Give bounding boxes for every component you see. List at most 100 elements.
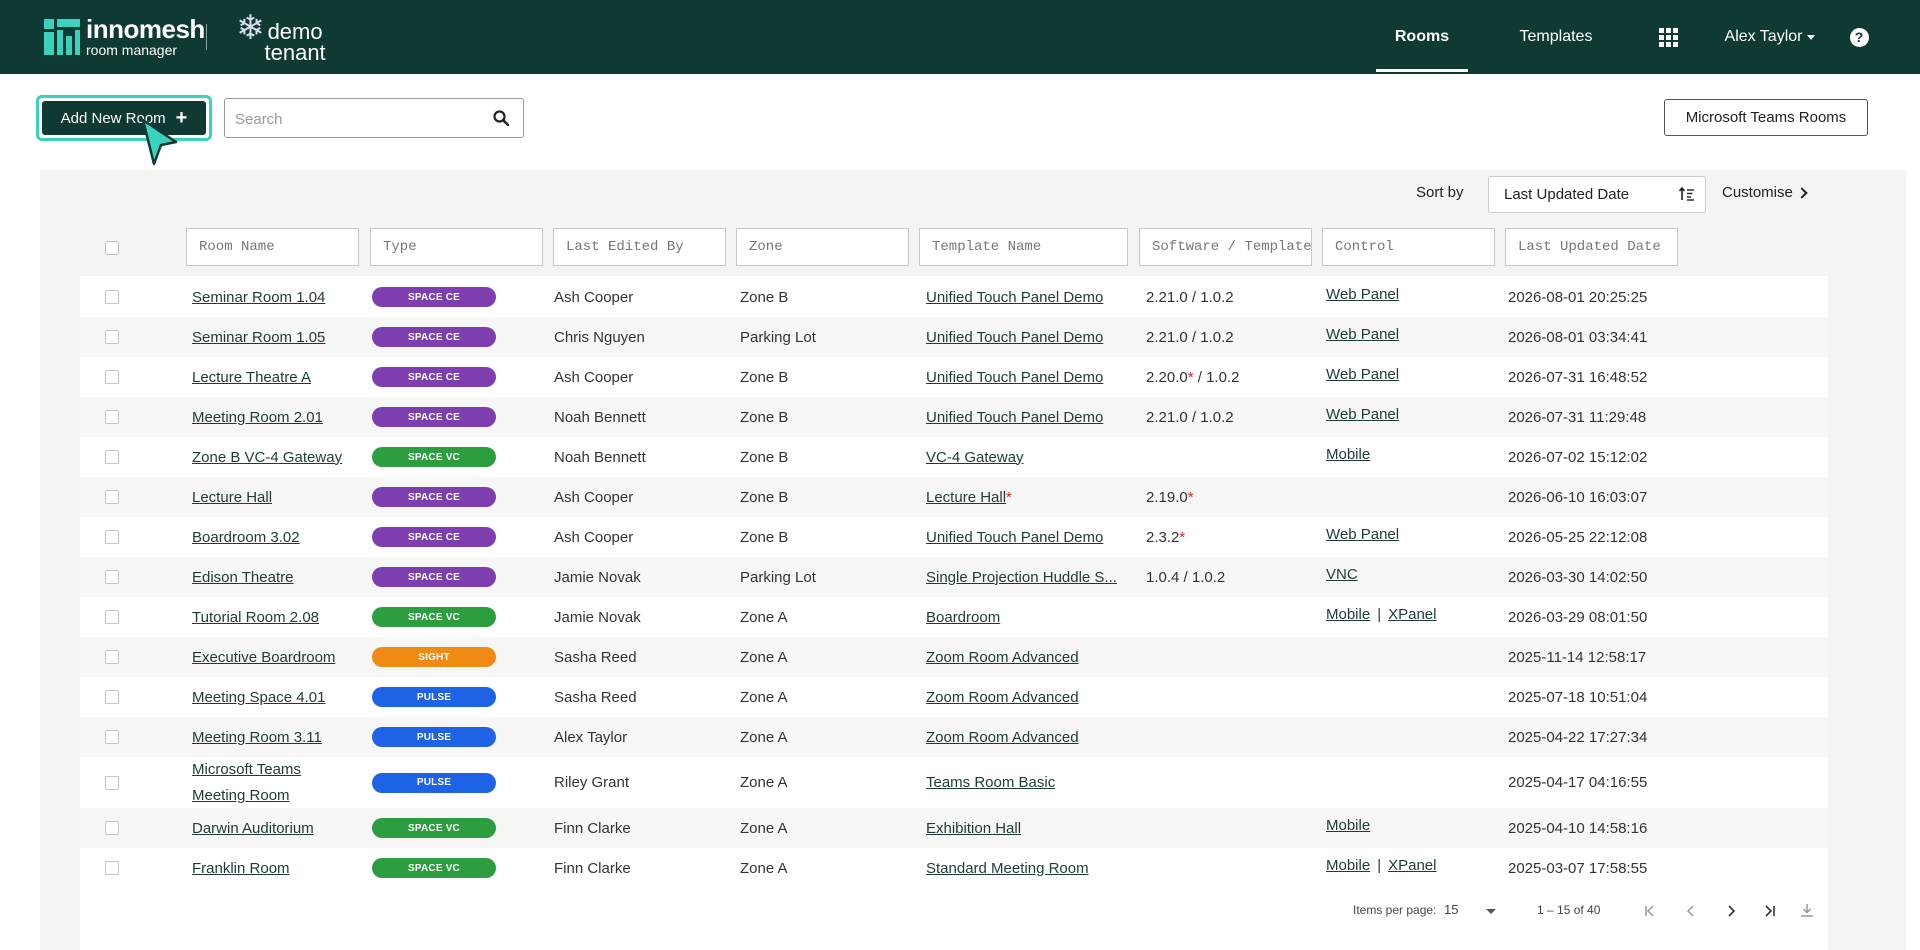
template-link[interactable]: Standard Meeting Room (926, 860, 1089, 877)
room-name-link[interactable]: Edison Theatre (192, 569, 293, 586)
row-checkbox[interactable] (105, 775, 119, 790)
room-name-link[interactable]: Meeting Room 3.11 (192, 729, 322, 746)
sort-direction-icon[interactable] (1679, 187, 1695, 201)
template-link[interactable]: Zoom Room Advanced (926, 649, 1079, 666)
template-link[interactable]: VC-4 Gateway (926, 449, 1024, 466)
items-per-page-dropdown-icon[interactable] (1484, 904, 1498, 918)
row-checkbox[interactable] (105, 650, 119, 664)
room-name-link[interactable]: Tutorial Room 2.08 (192, 609, 319, 626)
template-link[interactable]: Zoom Room Advanced (926, 729, 1079, 746)
table-row[interactable]: Meeting Room 3.11 PULSE Alex Taylor Zone A Z… (80, 717, 1828, 757)
room-name-link[interactable]: Seminar Room 1.04 (192, 289, 325, 306)
template-link[interactable]: Unified Touch Panel Demo (926, 289, 1103, 306)
filter-software-template[interactable]: Software / Template (1139, 228, 1312, 266)
previous-page-icon[interactable] (1684, 904, 1698, 918)
room-name-link[interactable]: Seminar Room 1.05 (192, 329, 325, 346)
room-name-link[interactable]: Executive Boardroom (192, 649, 335, 666)
add-new-room-button[interactable]: Add New Room + (42, 101, 206, 135)
control-link[interactable]: Web Panel (1326, 326, 1399, 343)
table-row[interactable]: Darwin Auditorium SPACE VC Finn Clarke Zone… (80, 808, 1828, 848)
room-name-link[interactable]: Meeting Space 4.01 (192, 689, 325, 706)
template-link[interactable]: Single Projection Huddle S... (926, 569, 1117, 586)
select-all-checkbox[interactable] (105, 241, 119, 255)
table-row[interactable]: Executive Boardroom SIGHT Sasha Reed Zone A… (80, 637, 1828, 677)
control-link[interactable]: Web Panel (1326, 286, 1399, 303)
table-row[interactable]: Microsoft Teams Meeting Room PULSE Riley G… (80, 757, 1828, 808)
control-link[interactable]: Web Panel (1326, 366, 1399, 383)
nav-rooms[interactable]: Rooms (1376, 0, 1468, 74)
control-link[interactable]: XPanel (1388, 606, 1436, 623)
room-name-link-line2[interactable]: Meeting Room (192, 783, 290, 809)
template-link[interactable]: Unified Touch Panel Demo (926, 369, 1103, 386)
control-link[interactable]: Mobile (1326, 857, 1370, 874)
row-checkbox[interactable] (105, 610, 119, 624)
filter-type[interactable]: Type (370, 228, 543, 266)
nav-templates[interactable]: Templates (1500, 0, 1612, 74)
filter-room-name[interactable]: Room Name (186, 228, 359, 266)
control-link[interactable]: XPanel (1388, 857, 1436, 874)
template-link[interactable]: Zoom Room Advanced (926, 689, 1079, 706)
room-name-link[interactable]: Microsoft Teams (192, 757, 301, 783)
row-checkbox[interactable] (105, 490, 119, 504)
row-checkbox[interactable] (105, 570, 119, 584)
row-checkbox[interactable] (105, 821, 119, 835)
table-row[interactable]: Meeting Room 2.01 SPACE CE Noah Bennett Zon… (80, 397, 1828, 437)
row-checkbox[interactable] (105, 450, 119, 464)
table-row[interactable]: Zone B VC-4 Gateway SPACE VC Noah Bennett Z… (80, 437, 1828, 477)
room-name-link[interactable]: Darwin Auditorium (192, 820, 314, 837)
search-icon[interactable] (493, 110, 509, 126)
template-link[interactable]: Unified Touch Panel Demo (926, 329, 1103, 346)
row-checkbox[interactable] (105, 690, 119, 704)
customise-button[interactable]: Customise (1722, 184, 1808, 201)
control-link[interactable]: VNC (1326, 566, 1358, 583)
row-checkbox[interactable] (105, 530, 119, 544)
help-button[interactable]: ? (1848, 0, 1870, 74)
first-page-icon[interactable] (1643, 904, 1657, 918)
next-page-icon[interactable] (1724, 904, 1738, 918)
table-row[interactable]: Boardroom 3.02 SPACE CE Ash Cooper Zone B Un… (80, 517, 1828, 557)
user-menu[interactable]: Alex Taylor (1722, 0, 1818, 74)
table-row[interactable]: Lecture Hall SPACE CE Ash Cooper Zone B Lect… (80, 477, 1828, 517)
filter-control[interactable]: Control (1322, 228, 1495, 266)
control-link[interactable]: Mobile (1326, 446, 1370, 463)
template-link[interactable]: Unified Touch Panel Demo (926, 529, 1103, 546)
control-link[interactable]: Web Panel (1326, 406, 1399, 423)
row-checkbox[interactable] (105, 861, 119, 875)
filter-template-name[interactable]: Template Name (919, 228, 1128, 266)
control-link[interactable]: Web Panel (1326, 526, 1399, 543)
download-icon[interactable] (1800, 903, 1814, 917)
filter-last-updated-date[interactable]: Last Updated Date (1505, 228, 1678, 266)
template-link[interactable]: Lecture Hall (926, 489, 1006, 506)
table-row[interactable]: Meeting Space 4.01 PULSE Sasha Reed Zone A Z… (80, 677, 1828, 717)
apps-grid-icon[interactable] (1656, 0, 1680, 74)
template-link[interactable]: Exhibition Hall (926, 820, 1021, 837)
last-page-icon[interactable] (1763, 904, 1777, 918)
items-per-page-select[interactable]: 15 (1444, 902, 1458, 917)
control-link[interactable]: Mobile (1326, 817, 1370, 834)
table-row[interactable]: Lecture Theatre A SPACE CE Ash Cooper Zone … (80, 357, 1828, 397)
search-input[interactable] (235, 108, 475, 130)
table-row[interactable]: Seminar Room 1.04 SPACE CE Ash Cooper Zone … (80, 277, 1828, 317)
room-name-link[interactable]: Zone B VC-4 Gateway (192, 449, 342, 466)
control-link[interactable]: Mobile (1326, 606, 1370, 623)
table-row[interactable]: Edison Theatre SPACE CE Jamie Novak Parking… (80, 557, 1828, 597)
filter-zone[interactable]: Zone (736, 228, 909, 266)
row-checkbox[interactable] (105, 290, 119, 304)
innomesh-logo[interactable]: innomesh room manager (44, 16, 205, 57)
room-name-link[interactable]: Meeting Room 2.01 (192, 409, 323, 426)
room-name-link[interactable]: Lecture Theatre A (192, 369, 311, 386)
row-checkbox[interactable] (105, 370, 119, 384)
row-checkbox[interactable] (105, 410, 119, 424)
room-name-link[interactable]: Lecture Hall (192, 489, 272, 506)
table-row[interactable]: Tutorial Room 2.08 SPACE VC Jamie Novak Zon… (80, 597, 1828, 637)
microsoft-teams-rooms-button[interactable]: Microsoft Teams Rooms (1664, 99, 1868, 136)
template-link[interactable]: Boardroom (926, 609, 1000, 626)
room-name-link[interactable]: Franklin Room (192, 860, 290, 877)
table-row[interactable]: Seminar Room 1.05 SPACE CE Chris Nguyen Par… (80, 317, 1828, 357)
sort-select[interactable]: Last Updated Date (1488, 176, 1706, 213)
table-row[interactable]: Franklin Room SPACE VC Finn Clarke Zone A St… (80, 848, 1828, 888)
template-link[interactable]: Unified Touch Panel Demo (926, 409, 1103, 426)
row-checkbox[interactable] (105, 330, 119, 344)
room-name-link[interactable]: Boardroom 3.02 (192, 529, 300, 546)
filter-last-edited-by[interactable]: Last Edited By (553, 228, 726, 266)
